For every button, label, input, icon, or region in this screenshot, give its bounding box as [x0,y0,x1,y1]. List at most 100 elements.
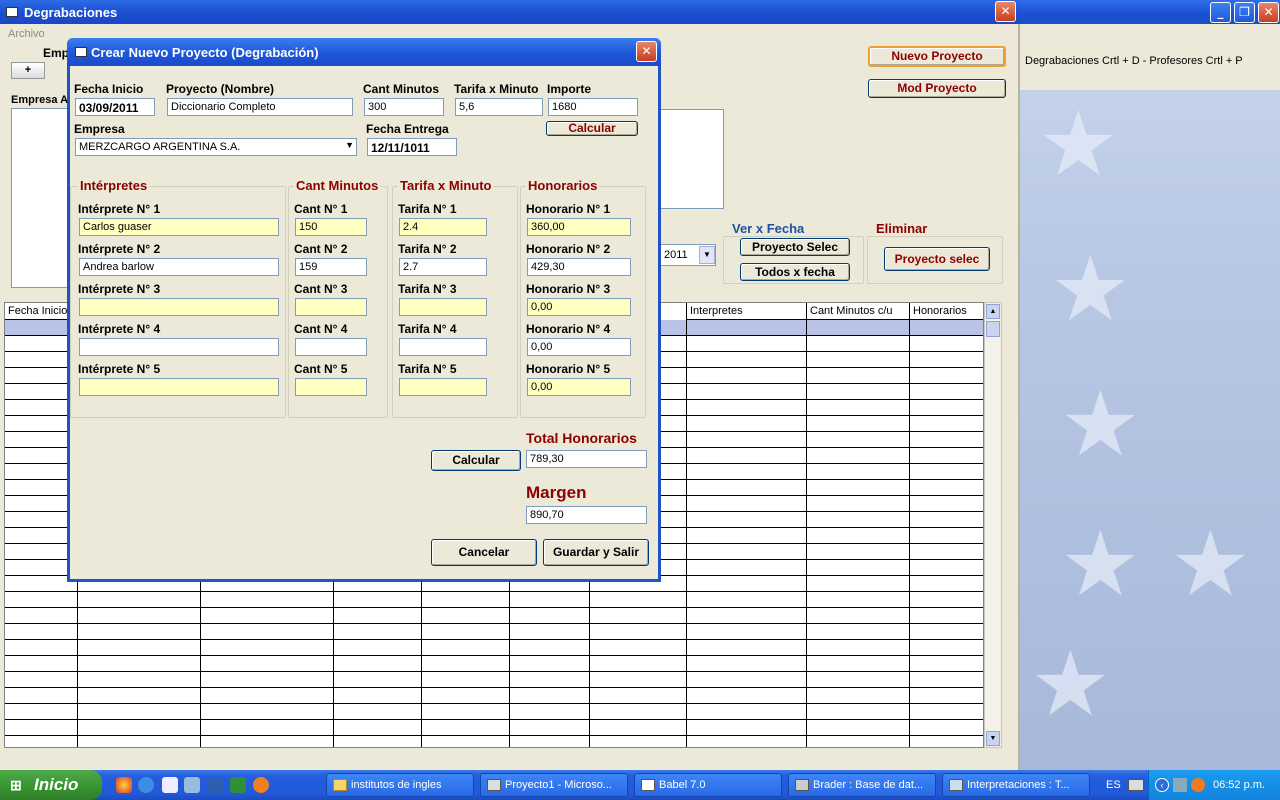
interprete-field[interactable]: Carlos guaser [79,218,279,236]
proyecto-field[interactable]: Diccionario Completo [167,98,353,116]
chevron-down-icon[interactable]: ▼ [345,140,354,150]
taskbar: ⊞ Inicio institutos de ingles Proyecto1 … [0,770,1280,800]
todos-fecha-button[interactable]: Todos x fecha [740,263,850,281]
close-icon[interactable]: ✕ [636,41,657,62]
interprete-field[interactable] [79,298,279,316]
eliminar-title: Eliminar [874,221,930,236]
year-combo[interactable]: 2011 ▼ [660,244,716,266]
interprete-label: Intérprete N° 3 [78,282,161,296]
grid-row-line [5,735,983,736]
guardar-salir-button[interactable]: Guardar y Salir [543,539,649,566]
notes-box[interactable] [658,109,724,209]
total-honorarios-label: Total Honorarios [526,430,637,446]
scroll-up-icon[interactable]: ▲ [986,304,1000,319]
cant-field[interactable] [295,378,367,396]
cant-label: Cant N° 3 [294,282,348,296]
task-label: institutos de ingles [351,779,442,791]
network-icon[interactable] [1173,778,1187,792]
tarifa-field[interactable]: 5,6 [455,98,543,116]
tarifa-row-field[interactable] [399,378,487,396]
fecha-entrega-label: Fecha Entrega [366,122,449,136]
cant-field[interactable]: 150 [295,218,367,236]
interprete-field[interactable]: Andrea barlow [79,258,279,276]
system-tray: ‹ 06:52 p.m. [1148,770,1280,800]
folder-icon [333,779,347,791]
grid-scrollbar[interactable]: ▲ ▼ [984,302,1002,748]
cant-field[interactable] [295,298,367,316]
empresa-list[interactable] [11,108,71,288]
tarifa-row-label: Tarifa N° 3 [398,282,457,296]
table-icon [949,779,963,791]
document-icon[interactable] [162,777,178,793]
task-label: Interpretaciones : T... [967,779,1070,791]
task-button[interactable]: Proyecto1 - Microso... [480,773,628,797]
desktop-background: ★ ★ ★ ★ ★ ★ [1020,0,1280,770]
dialog-title: Crear Nuevo Proyecto (Degrabación) [91,45,319,60]
task-button[interactable]: Babel 7.0 [634,773,782,797]
importe-field[interactable]: 1680 [548,98,638,116]
grid-row-line [5,671,983,672]
chevron-down-icon[interactable]: ▼ [699,246,715,264]
restore-icon[interactable]: ❐ [1234,2,1255,23]
eliminar-proyecto-button[interactable]: Proyecto selec [884,247,990,271]
tarifa-row-field[interactable]: 2.4 [399,218,487,236]
grid-row-line [5,687,983,688]
task-button[interactable]: Brader : Base de dat... [788,773,936,797]
fecha-entrega-field[interactable]: 12/11/1011 [367,138,457,156]
main-titlebar: Degrabaciones ✕ [0,0,1020,24]
side-window-body: Degrabaciones Crtl + D - Profesores Crtl… [1020,24,1280,90]
task-button[interactable]: Interpretaciones : T... [942,773,1090,797]
cancelar-button[interactable]: Cancelar [431,539,537,566]
close-icon[interactable]: ✕ [995,1,1016,22]
proyecto-selec-button[interactable]: Proyecto Selec [740,238,850,256]
grid-row-line [5,703,983,704]
honorario-field[interactable]: 429,30 [527,258,631,276]
interprete-field[interactable] [79,378,279,396]
grid-header[interactable]: Interpretes [687,303,806,320]
mod-proyecto-button[interactable]: Mod Proyecto [868,79,1006,98]
tarifa-row-field[interactable]: 2.7 [399,258,487,276]
cant-minutos-title: Cant Minutos [294,178,381,193]
total-honorarios-field[interactable]: 789,30 [526,450,647,468]
honorario-field[interactable]: 0,00 [527,298,631,316]
excel-icon[interactable] [230,777,246,793]
tab-add[interactable]: + [11,62,45,79]
cant-field[interactable]: 159 [295,258,367,276]
honorario-field[interactable]: 0,00 [527,378,631,396]
proyecto-label: Proyecto (Nombre) [166,82,275,96]
scroll-thumb[interactable] [986,321,1000,337]
tarifa-row-field[interactable] [399,298,487,316]
honorario-field[interactable]: 0,00 [527,338,631,356]
scroll-down-icon[interactable]: ▼ [986,731,1000,746]
language-indicator[interactable]: ES [1106,779,1121,791]
nuevo-proyecto-button[interactable]: Nuevo Proyecto [868,46,1006,67]
cant-field[interactable] [295,338,367,356]
grid-header[interactable]: Cant Minutos c/u [807,303,909,320]
settings-icon[interactable] [184,777,200,793]
empresa-select[interactable]: MERZCARGO ARGENTINA S.A. ▼ [75,138,357,156]
fecha-inicio-field[interactable]: 03/09/2011 [75,98,155,116]
start-button[interactable]: ⊞ Inicio [0,770,102,800]
chevron-left-icon[interactable]: ‹ [1155,778,1169,792]
star-decoration: ★ [1038,92,1119,197]
menu-archivo[interactable]: Archivo [8,28,45,40]
calcular-honorarios-button[interactable]: Calcular [431,450,521,471]
honorario-field[interactable]: 360,00 [527,218,631,236]
margen-field[interactable]: 890,70 [526,506,647,524]
close-icon[interactable]: ✕ [1258,2,1279,23]
clock[interactable]: 06:52 p.m. [1213,779,1265,791]
calcular-importe-button[interactable]: Calcular [546,121,638,136]
minimize-icon[interactable]: _ [1210,2,1231,23]
tarifa-row-label: Tarifa N° 1 [398,202,457,216]
chrome-icon[interactable] [116,777,132,793]
interprete-field[interactable] [79,338,279,356]
word-icon[interactable] [207,777,223,793]
task-button[interactable]: institutos de ingles [326,773,474,797]
player-icon[interactable] [253,777,269,793]
cant-minutos-field[interactable]: 300 [364,98,444,116]
ie-icon[interactable] [138,777,154,793]
grid-header[interactable]: Honorarios [910,303,983,320]
avast-icon[interactable] [1191,778,1205,792]
tarifa-row-field[interactable] [399,338,487,356]
keyboard-icon[interactable] [1128,779,1144,791]
